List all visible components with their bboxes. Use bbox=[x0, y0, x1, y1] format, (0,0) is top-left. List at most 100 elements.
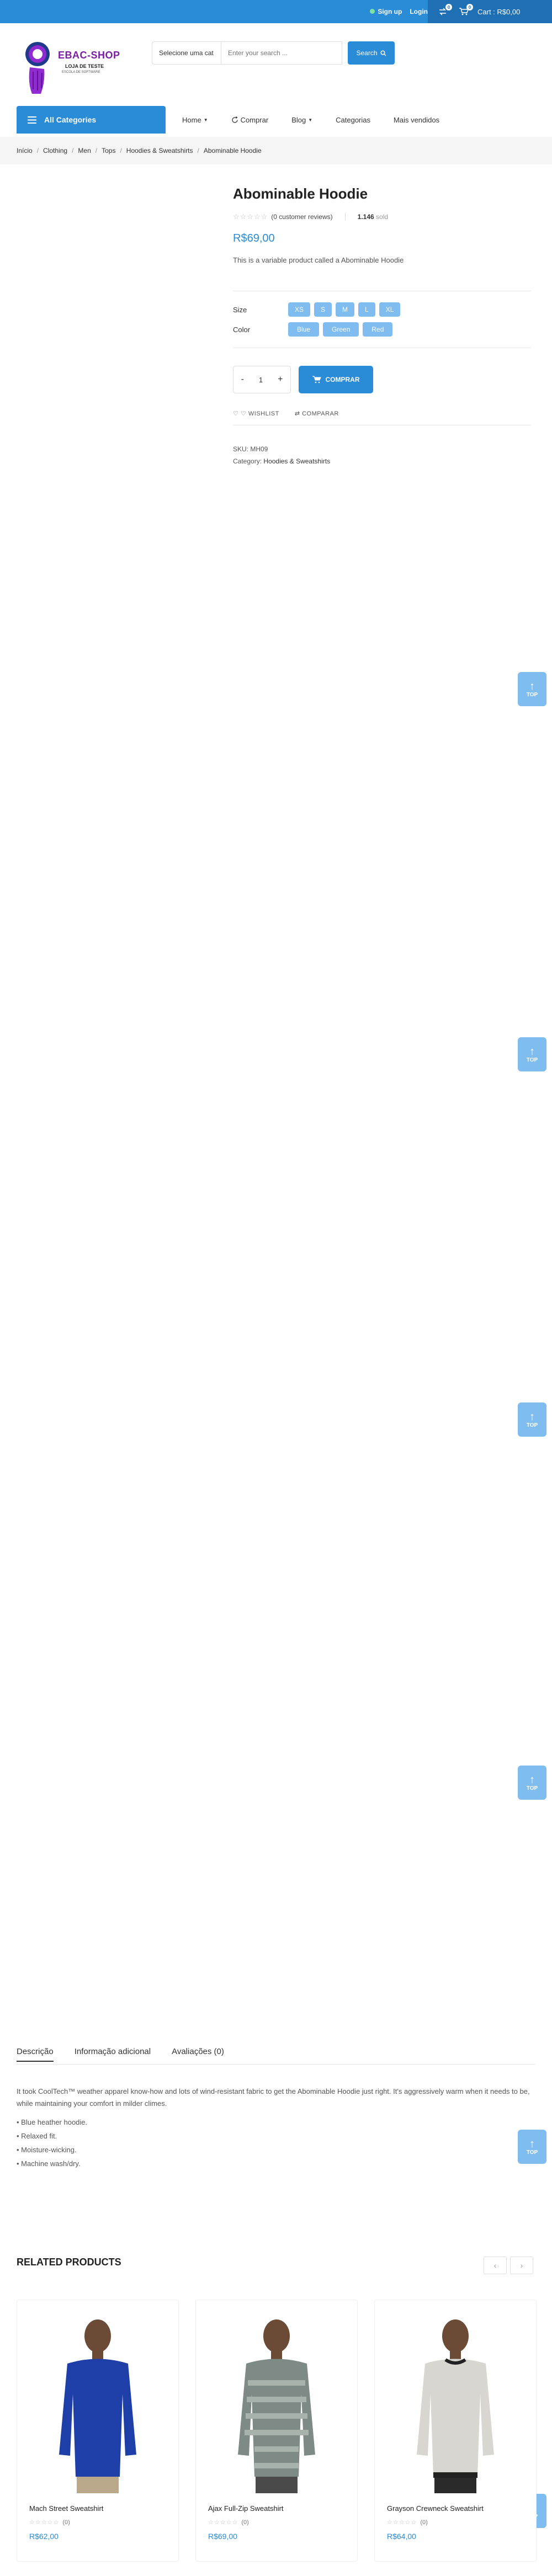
back-to-top-button[interactable]: ↑TOP bbox=[518, 1037, 546, 1071]
add-to-cart-row: - 1 + COMPRAR bbox=[233, 366, 531, 393]
back-to-top-button[interactable]: ↑TOP bbox=[518, 672, 546, 706]
cart-icon bbox=[312, 376, 321, 383]
product-name[interactable]: Grayson Crewneck Sweatshirt bbox=[387, 2504, 484, 2513]
product-name[interactable]: Ajax Full-Zip Sweatshirt bbox=[208, 2504, 284, 2513]
tab-reviews[interactable]: Avaliações (0) bbox=[172, 2047, 224, 2062]
rating-count: (0) bbox=[241, 2519, 249, 2526]
nav-item-blog[interactable]: Blog ▼ bbox=[291, 116, 312, 124]
category-select[interactable]: Selecione uma cat bbox=[152, 41, 221, 65]
quantity-value[interactable]: 1 bbox=[259, 376, 263, 384]
list-item: • Relaxed fit. bbox=[17, 2132, 57, 2140]
cart-icon[interactable]: 0 bbox=[459, 4, 473, 16]
reviews-link[interactable]: (0 customer reviews) bbox=[271, 213, 332, 221]
compare-count: 0 bbox=[445, 4, 452, 10]
search-button-label: Search bbox=[356, 49, 378, 57]
logo-name: EBAC-SHOP bbox=[58, 50, 120, 61]
carousel-prev-button[interactable]: ‹ bbox=[484, 2257, 507, 2274]
wishlist-button[interactable]: ♡ ♡ WISHLIST bbox=[233, 410, 279, 417]
nav-item-comprar[interactable]: Comprar bbox=[231, 115, 269, 124]
size-option[interactable]: L bbox=[358, 302, 375, 317]
breadcrumb-link[interactable]: Tops bbox=[102, 147, 115, 154]
product-rating: ☆☆☆☆☆ (0 customer reviews) 1.146 sold bbox=[233, 212, 531, 221]
tab-additional-info[interactable]: Informação adicional bbox=[75, 2047, 151, 2062]
chevron-left-icon: ‹ bbox=[493, 2261, 497, 2270]
quantity-decrease-button[interactable]: - bbox=[241, 375, 244, 385]
product-image[interactable] bbox=[201, 2306, 352, 2493]
logo-tagline: ESCOLA DE SOFTWARE bbox=[62, 71, 100, 74]
category-label: Category: bbox=[233, 457, 262, 465]
color-option[interactable]: Green bbox=[323, 322, 359, 337]
product-price: R$64,00 bbox=[387, 2532, 416, 2541]
signup-label: Sign up bbox=[378, 8, 402, 15]
breadcrumb-link[interactable]: Hoodies & Sweatshirts bbox=[126, 147, 193, 154]
tab-description[interactable]: Descrição bbox=[17, 2047, 54, 2062]
product-photo bbox=[417, 2319, 494, 2493]
breadcrumb-separator: / bbox=[95, 147, 98, 154]
rating-count: (0) bbox=[62, 2519, 70, 2526]
breadcrumb-separator: / bbox=[36, 147, 39, 154]
product-summary: Abominable Hoodie ☆☆☆☆☆ (0 customer revi… bbox=[233, 185, 531, 467]
main-nav: All Categories Home ▼ Comprar Blog ▼ Categ… bbox=[0, 106, 552, 134]
search-button[interactable]: Search bbox=[348, 41, 395, 65]
product-price: R$69,00 bbox=[233, 232, 275, 244]
logo-subtitle: LOJA DE TESTE bbox=[65, 63, 104, 69]
rating-stars-icon: ☆☆☆☆☆ bbox=[387, 2519, 417, 2526]
product-rating: ☆☆☆☆☆ (0) bbox=[387, 2519, 428, 2526]
nav-item-mais-vendidos[interactable]: Mais vendidos bbox=[394, 116, 439, 124]
nav-item-label: Comprar bbox=[240, 115, 269, 124]
carousel-next-button[interactable]: › bbox=[510, 2257, 533, 2274]
search-input[interactable] bbox=[221, 41, 342, 65]
chevron-down-icon: ▼ bbox=[203, 117, 208, 122]
rating-stars-icon: ☆☆☆☆☆ bbox=[233, 212, 268, 221]
breadcrumb-link[interactable]: Clothing bbox=[43, 147, 67, 154]
all-categories-button[interactable]: All Categories bbox=[17, 106, 166, 134]
cart-box: 0 0 Cart : R$0,00 bbox=[428, 0, 552, 23]
product-image[interactable] bbox=[380, 2306, 530, 2493]
breadcrumb-separator: / bbox=[120, 147, 122, 154]
nav-item-home[interactable]: Home ▼ bbox=[182, 116, 208, 124]
sold-number: 1.146 bbox=[357, 213, 374, 221]
product-photo bbox=[238, 2319, 315, 2493]
size-option[interactable]: M bbox=[336, 302, 355, 317]
color-label: Color bbox=[233, 325, 251, 334]
back-to-top-button[interactable]: ↑TOP bbox=[518, 1766, 546, 1800]
product-name[interactable]: Mach Street Sweatshirt bbox=[29, 2504, 103, 2513]
signup-dot-icon bbox=[370, 9, 375, 14]
compare-button[interactable]: ⇄ COMPARAR bbox=[295, 410, 339, 417]
product-rating: ☆☆☆☆☆ (0) bbox=[208, 2519, 249, 2526]
chevron-down-icon: ▼ bbox=[308, 117, 313, 122]
back-to-top-button[interactable]: ↑TOP bbox=[518, 1402, 546, 1437]
product-price: R$69,00 bbox=[208, 2532, 237, 2541]
product-meta: SKU: MH09 Category: Hoodies & Sweatshirt… bbox=[233, 443, 531, 467]
color-option[interactable]: Red bbox=[363, 322, 393, 337]
cart-total[interactable]: Cart : R$0,00 bbox=[477, 8, 520, 16]
rating-stars-icon: ☆☆☆☆☆ bbox=[208, 2519, 238, 2526]
top-bar: Sign up Login 0 0 Cart : R$0,00 bbox=[0, 0, 552, 23]
wishlist-label: WISHLIST bbox=[248, 410, 279, 417]
breadcrumb-link[interactable]: Início bbox=[17, 147, 33, 154]
product-actions: ♡ ♡ WISHLIST ⇄ COMPARAR bbox=[233, 410, 531, 417]
nav-item-categorias[interactable]: Categorias bbox=[336, 116, 370, 124]
size-option[interactable]: S bbox=[314, 302, 332, 317]
product-card[interactable]: Grayson Crewneck Sweatshirt ☆☆☆☆☆ (0) R$6… bbox=[374, 2300, 537, 2562]
size-option[interactable]: XS bbox=[288, 302, 311, 317]
category-link[interactable]: Hoodies & Sweatshirts bbox=[263, 457, 330, 465]
product-card[interactable]: Ajax Full-Zip Sweatshirt ☆☆☆☆☆ (0) R$69,0… bbox=[195, 2300, 358, 2562]
product-price: R$62,00 bbox=[29, 2532, 59, 2541]
arrow-up-icon: ↑ bbox=[529, 1410, 535, 1423]
product-image[interactable] bbox=[23, 2306, 173, 2493]
related-products-list: Mach Street Sweatshirt ☆☆☆☆☆ (0) R$62,00 … bbox=[17, 2300, 537, 2562]
buy-button[interactable]: COMPRAR bbox=[299, 366, 373, 393]
tabs-divider bbox=[17, 2064, 535, 2065]
site-logo[interactable]: EBAC-SHOP LOJA DE TESTE ESCOLA DE SOFTWA… bbox=[22, 39, 127, 99]
product-card[interactable]: Mach Street Sweatshirt ☆☆☆☆☆ (0) R$62,00 bbox=[17, 2300, 179, 2562]
login-link[interactable]: Login bbox=[410, 8, 428, 15]
signup-link[interactable]: Sign up bbox=[370, 8, 402, 15]
quantity-increase-button[interactable]: + bbox=[278, 375, 283, 385]
color-option[interactable]: Blue bbox=[288, 322, 320, 337]
size-option[interactable]: XL bbox=[379, 302, 401, 317]
breadcrumb-link[interactable]: Men bbox=[78, 147, 91, 154]
tab-description-content: It took CoolTech™ weather apparel know-h… bbox=[17, 2086, 535, 2170]
breadcrumb-separator: / bbox=[197, 147, 199, 154]
compare-icon[interactable]: 0 bbox=[438, 4, 452, 16]
